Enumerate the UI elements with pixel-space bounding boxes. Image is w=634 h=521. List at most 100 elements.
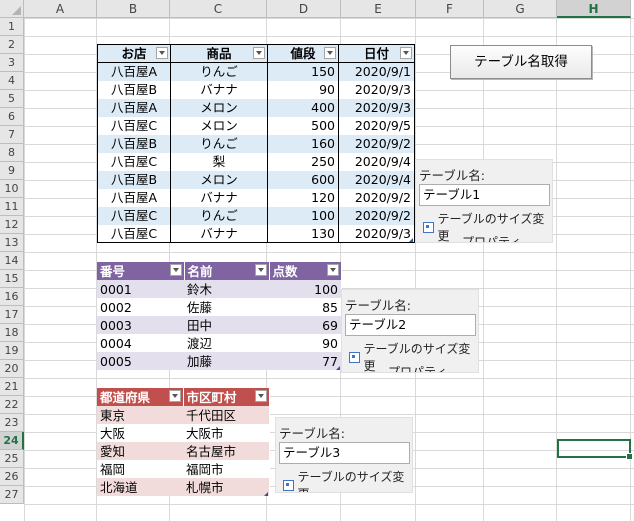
product-cell[interactable]: メロン bbox=[170, 116, 268, 135]
table1-header-product[interactable]: 商品 bbox=[170, 44, 268, 63]
score-cell[interactable]: 90 bbox=[269, 334, 341, 352]
store-cell[interactable]: 八百屋B bbox=[97, 80, 171, 99]
name-cell[interactable]: 加藤 bbox=[184, 352, 269, 370]
price-cell[interactable]: 120 bbox=[267, 188, 339, 207]
row-header-18[interactable]: 18 bbox=[0, 324, 24, 342]
product-cell[interactable]: メロン bbox=[170, 170, 268, 189]
city-cell[interactable]: 大阪市 bbox=[183, 424, 269, 442]
table2-header-number[interactable]: 番号 bbox=[97, 262, 185, 280]
get-table-name-button[interactable]: テーブル名取得 bbox=[450, 45, 592, 79]
date-cell[interactable]: 2020/9/2 bbox=[338, 206, 415, 225]
select-all-corner[interactable] bbox=[0, 0, 24, 18]
row-header-16[interactable]: 16 bbox=[0, 288, 24, 306]
number-cell[interactable]: 0002 bbox=[97, 298, 184, 316]
row-header-11[interactable]: 11 bbox=[0, 198, 24, 216]
prefecture-cell[interactable]: 東京 bbox=[97, 406, 183, 424]
table-name-input[interactable]: テーブル1 bbox=[419, 184, 550, 206]
table-2[interactable]: 番号 名前 点数 0001 鈴木 100 0002 佐藤 85 0003 田中 69 0004 渡辺… bbox=[97, 262, 342, 370]
date-cell[interactable]: 2020/9/3 bbox=[338, 98, 415, 117]
row-header-22[interactable]: 22 bbox=[0, 396, 24, 414]
price-cell[interactable]: 160 bbox=[267, 134, 339, 153]
filter-dropdown-icon[interactable] bbox=[169, 264, 182, 276]
table2-header-name[interactable]: 名前 bbox=[184, 262, 270, 280]
row-header-14[interactable]: 14 bbox=[0, 252, 24, 270]
price-cell[interactable]: 90 bbox=[267, 80, 339, 99]
filter-dropdown-icon[interactable] bbox=[168, 390, 181, 402]
row-header-21[interactable]: 21 bbox=[0, 378, 24, 396]
score-cell[interactable]: 100 bbox=[269, 280, 341, 298]
name-cell[interactable]: 佐藤 bbox=[184, 298, 269, 316]
table-1[interactable]: お店 商品 値段 日付 八百屋A りんご 150 2020/9/1 八百屋B バナナ 90 2… bbox=[97, 44, 415, 243]
column-header-c[interactable]: C bbox=[170, 0, 267, 18]
column-header-a[interactable]: A bbox=[24, 0, 97, 18]
row-header-6[interactable]: 6 bbox=[0, 108, 24, 126]
prefecture-cell[interactable]: 愛知 bbox=[97, 442, 183, 460]
row-header-3[interactable]: 3 bbox=[0, 54, 24, 72]
name-cell[interactable]: 鈴木 bbox=[184, 280, 269, 298]
prefecture-cell[interactable]: 大阪 bbox=[97, 424, 183, 442]
active-cell-selection[interactable] bbox=[557, 439, 633, 460]
resize-table-button[interactable]: テーブルのサイズ変更 bbox=[281, 468, 412, 492]
price-cell[interactable]: 400 bbox=[267, 98, 339, 117]
date-cell[interactable]: 2020/9/1 bbox=[338, 62, 415, 81]
column-header-h[interactable]: H bbox=[557, 0, 631, 18]
product-cell[interactable]: りんご bbox=[170, 206, 268, 225]
row-header-19[interactable]: 19 bbox=[0, 342, 24, 360]
row-header-20[interactable]: 20 bbox=[0, 360, 24, 378]
table2-resize-handle[interactable] bbox=[336, 366, 340, 370]
number-cell[interactable]: 0003 bbox=[97, 316, 184, 334]
row-header-17[interactable]: 17 bbox=[0, 306, 24, 324]
table1-header-store[interactable]: お店 bbox=[97, 44, 171, 63]
filter-dropdown-icon[interactable] bbox=[326, 264, 339, 276]
table-3[interactable]: 都道府県 市区町村 東京 千代田区 大阪 大阪市 愛知 名古屋市 福岡 福岡市 北海道 札幌市 bbox=[97, 388, 270, 496]
price-cell[interactable]: 500 bbox=[267, 116, 339, 135]
row-header-9[interactable]: 9 bbox=[0, 162, 24, 180]
table1-header-price[interactable]: 値段 bbox=[267, 44, 339, 63]
date-cell[interactable]: 2020/9/5 bbox=[338, 116, 415, 135]
score-cell[interactable]: 77 bbox=[269, 352, 341, 370]
row-header-26[interactable]: 26 bbox=[0, 468, 24, 486]
city-cell[interactable]: 名古屋市 bbox=[183, 442, 269, 460]
row-header-13[interactable]: 13 bbox=[0, 234, 24, 252]
product-cell[interactable]: バナナ bbox=[170, 80, 268, 99]
row-header-12[interactable]: 12 bbox=[0, 216, 24, 234]
store-cell[interactable]: 八百屋C bbox=[97, 116, 171, 135]
product-cell[interactable]: りんご bbox=[170, 134, 268, 153]
row-header-25[interactable]: 25 bbox=[0, 450, 24, 468]
store-cell[interactable]: 八百屋B bbox=[97, 134, 171, 153]
city-cell[interactable]: 札幌市 bbox=[183, 478, 269, 496]
column-header-d[interactable]: D bbox=[267, 0, 341, 18]
name-cell[interactable]: 田中 bbox=[184, 316, 269, 334]
price-cell[interactable]: 250 bbox=[267, 152, 339, 171]
filter-dropdown-icon[interactable] bbox=[324, 47, 336, 59]
table-name-input[interactable]: テーブル2 bbox=[345, 314, 476, 336]
number-cell[interactable]: 0005 bbox=[97, 352, 184, 370]
table3-header-city[interactable]: 市区町村 bbox=[183, 388, 270, 406]
name-cell[interactable]: 渡辺 bbox=[184, 334, 269, 352]
row-header-2[interactable]: 2 bbox=[0, 36, 24, 54]
price-cell[interactable]: 150 bbox=[267, 62, 339, 81]
row-header-8[interactable]: 8 bbox=[0, 144, 24, 162]
row-header-5[interactable]: 5 bbox=[0, 90, 24, 108]
store-cell[interactable]: 八百屋C bbox=[97, 224, 171, 243]
filter-dropdown-icon[interactable] bbox=[254, 390, 267, 402]
product-cell[interactable]: バナナ bbox=[170, 188, 268, 207]
score-cell[interactable]: 69 bbox=[269, 316, 341, 334]
store-cell[interactable]: 八百屋A bbox=[97, 62, 171, 81]
price-cell[interactable]: 600 bbox=[267, 170, 339, 189]
date-cell[interactable]: 2020/9/3 bbox=[338, 80, 415, 99]
spreadsheet[interactable]: ABCDEFGH 1 2 3 4 5 6 7 8 9 10 11 12 13 14 15 16 17 18 19 20… bbox=[0, 0, 634, 521]
date-cell[interactable]: 2020/9/4 bbox=[338, 170, 415, 189]
store-cell[interactable]: 八百屋B bbox=[97, 170, 171, 189]
filter-dropdown-icon[interactable] bbox=[253, 47, 265, 59]
filter-dropdown-icon[interactable] bbox=[156, 47, 168, 59]
product-cell[interactable]: りんご bbox=[170, 62, 268, 81]
date-cell[interactable]: 2020/9/4 bbox=[338, 152, 415, 171]
product-cell[interactable]: 梨 bbox=[170, 152, 268, 171]
number-cell[interactable]: 0004 bbox=[97, 334, 184, 352]
store-cell[interactable]: 八百屋C bbox=[97, 206, 171, 225]
store-cell[interactable]: 八百屋A bbox=[97, 188, 171, 207]
row-header-15[interactable]: 15 bbox=[0, 270, 24, 288]
column-header-g[interactable]: G bbox=[484, 0, 557, 18]
date-cell[interactable]: 2020/9/3 bbox=[338, 224, 415, 243]
